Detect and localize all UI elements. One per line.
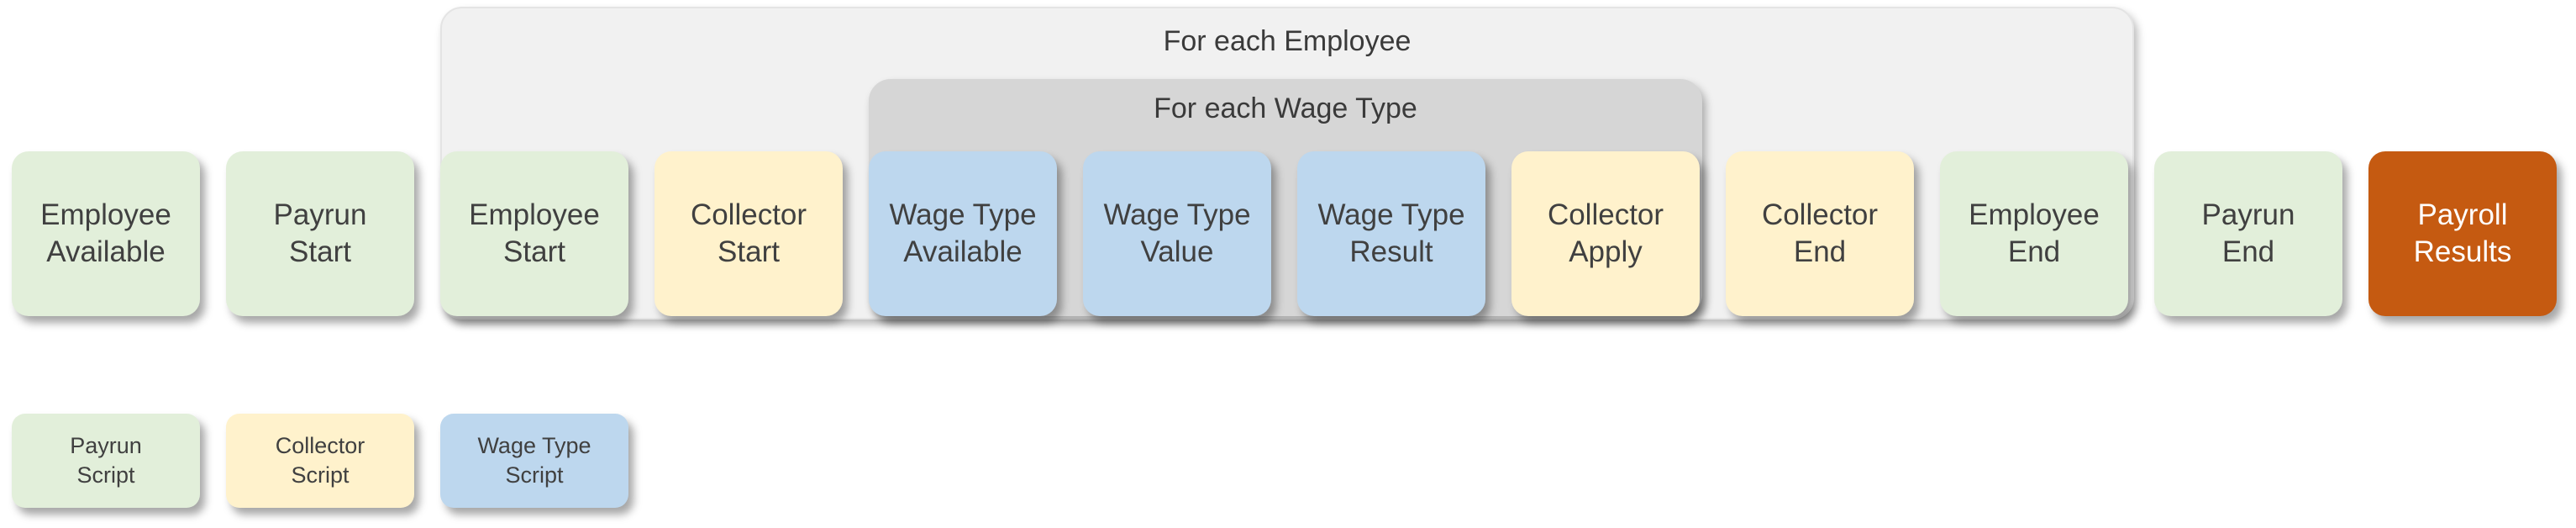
step-wage-type-result: Wage Type Result (1297, 151, 1485, 316)
step-employee-start: Employee Start (440, 151, 628, 316)
step-employee-end: Employee End (1940, 151, 2128, 316)
step-collector-apply: Collector Apply (1511, 151, 1700, 316)
step-collector-start: Collector Start (655, 151, 843, 316)
step-wage-type-available: Wage Type Available (869, 151, 1057, 316)
legend-collector-script: Collector Script (226, 414, 414, 508)
wage-type-loop-label: For each Wage Type (1154, 92, 1417, 124)
step-collector-end: Collector End (1726, 151, 1914, 316)
step-payrun-start: Payrun Start (226, 151, 414, 316)
step-employee-available: Employee Available (12, 151, 200, 316)
legend-payrun-script: Payrun Script (12, 414, 200, 508)
employee-loop-label: For each Employee (1163, 25, 1412, 57)
step-payrun-end: Payrun End (2154, 151, 2342, 316)
step-payroll-results: Payroll Results (2368, 151, 2557, 316)
step-wage-type-value: Wage Type Value (1083, 151, 1271, 316)
legend-wage-type-script: Wage Type Script (440, 414, 628, 508)
